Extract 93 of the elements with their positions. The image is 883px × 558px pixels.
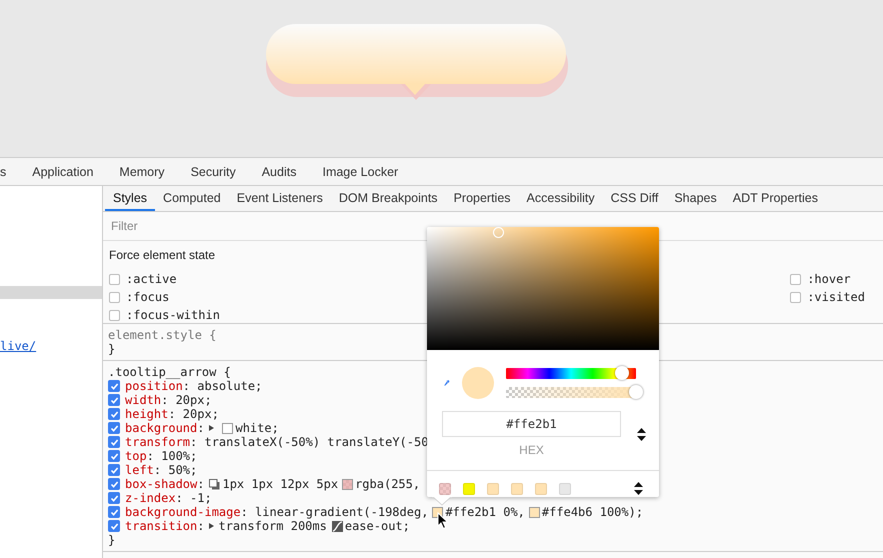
- property-name: width: [125, 393, 162, 407]
- state-label: :visited: [807, 290, 865, 304]
- styles-tab[interactable]: ADT Properties: [724, 186, 826, 211]
- closing-brace: }: [108, 533, 116, 547]
- property-name: position: [125, 379, 183, 393]
- styles-tab[interactable]: Styles: [105, 186, 156, 211]
- property-value: : translateX(-50%) translateY(-50: [190, 435, 428, 449]
- palette-swatch[interactable]: [511, 482, 523, 494]
- property-value: : 20px;: [161, 393, 212, 407]
- format-label: HEX: [519, 443, 544, 457]
- property-name: background-image: [125, 505, 241, 519]
- panel-tab[interactable]: Security: [178, 158, 249, 185]
- color-swatch[interactable]: [528, 506, 540, 518]
- state-label: :focus: [126, 290, 170, 304]
- filter-field[interactable]: Filter: [109, 218, 313, 234]
- property-value: : absolute;: [182, 379, 262, 393]
- link[interactable]: live/: [0, 339, 36, 353]
- property-value: : linear-gradient(-198deg,: [240, 505, 428, 519]
- property-value: #ffe4b6 100%);: [542, 505, 644, 519]
- property-name: z-index: [125, 491, 176, 505]
- palette-swatch[interactable]: [487, 482, 499, 494]
- property-name: background: [125, 421, 198, 435]
- stepper-icon[interactable]: [634, 482, 643, 495]
- palette-swatch[interactable]: [463, 482, 475, 494]
- styles-tab[interactable]: Properties: [446, 186, 519, 211]
- property-name: box-shadow: [125, 477, 198, 491]
- checkbox[interactable]: [109, 310, 120, 320]
- easing-curve-icon[interactable]: [332, 520, 343, 532]
- checkbox[interactable]: [108, 394, 120, 406]
- property-name: top: [125, 449, 147, 463]
- palette-swatch[interactable]: [535, 482, 547, 494]
- property-value: :: [197, 519, 204, 533]
- styles-tab[interactable]: Shapes: [666, 186, 725, 211]
- property-name: transform: [125, 435, 190, 449]
- property-value: : -1;: [176, 491, 212, 505]
- checkbox[interactable]: [790, 274, 802, 284]
- checkbox[interactable]: [108, 408, 120, 420]
- panel-tab[interactable]: Application: [19, 158, 106, 185]
- property-value: : 50%;: [154, 463, 198, 477]
- closing-brace: }: [108, 342, 116, 356]
- property-value: transform 200ms: [218, 519, 327, 533]
- spectrum-handle[interactable]: [493, 227, 504, 238]
- hex-field[interactable]: #ffe2b1: [442, 411, 621, 437]
- property-value: white;: [235, 421, 279, 435]
- property-name: left: [125, 463, 154, 477]
- property-value: ease-out;: [344, 519, 410, 533]
- color-swatch[interactable]: [222, 422, 234, 434]
- checkbox[interactable]: [790, 292, 802, 302]
- checkbox[interactable]: [108, 520, 120, 532]
- checkbox[interactable]: [108, 478, 120, 490]
- panel-tab[interactable]: s: [0, 158, 20, 185]
- property-value: rgba(255,: [355, 477, 420, 491]
- expand-triangle-icon[interactable]: [209, 523, 214, 529]
- selector: .tooltip__arrow {: [108, 365, 231, 379]
- palette-swatch[interactable]: [439, 482, 451, 494]
- color-swatch[interactable]: [342, 478, 354, 490]
- panel-tab[interactable]: Image Locker: [309, 158, 412, 185]
- selector: element.style {: [108, 328, 216, 342]
- property-value: 1px 1px 12px 5px: [222, 477, 338, 491]
- property-value: : 20px;: [168, 407, 219, 421]
- styles-tab[interactable]: Event Listeners: [228, 186, 331, 211]
- property-name: height: [125, 407, 168, 421]
- slider-thumb[interactable]: [629, 385, 643, 399]
- expand-triangle-icon[interactable]: [209, 425, 214, 431]
- stepper-icon[interactable]: [637, 428, 646, 440]
- slider-thumb[interactable]: [614, 366, 629, 380]
- checkbox[interactable]: [108, 464, 120, 476]
- color-spectrum[interactable]: [427, 227, 659, 350]
- styles-tab[interactable]: Computed: [155, 186, 229, 211]
- property-value: :: [197, 477, 204, 491]
- checkbox[interactable]: [108, 436, 120, 448]
- checkbox[interactable]: [108, 492, 120, 504]
- checkbox[interactable]: [109, 292, 120, 302]
- panel-tab[interactable]: Audits: [248, 158, 310, 185]
- checkbox[interactable]: [108, 506, 120, 518]
- styles-tab[interactable]: DOM Breakpoints: [330, 186, 446, 211]
- state-label: :hover: [807, 272, 851, 286]
- state-label: :focus-within: [126, 308, 220, 322]
- section-title: Force element state: [109, 248, 216, 262]
- state-label: :active: [126, 272, 177, 286]
- property-name: transition: [125, 519, 198, 533]
- styles-tab[interactable]: CSS Diff: [602, 186, 666, 211]
- panel-tab[interactable]: Memory: [106, 158, 178, 185]
- shadow-editor-icon[interactable]: [209, 478, 220, 490]
- palette-swatch[interactable]: [559, 482, 571, 494]
- checkbox[interactable]: [109, 274, 120, 284]
- checkbox[interactable]: [108, 380, 120, 392]
- styles-tab[interactable]: Accessibility: [518, 186, 603, 211]
- property-value: : 100%;: [146, 449, 198, 463]
- property-value: :: [197, 421, 204, 435]
- checkbox[interactable]: [108, 422, 120, 434]
- property-value: #ffe2b1 0%,: [445, 505, 525, 519]
- checkbox[interactable]: [108, 450, 120, 462]
